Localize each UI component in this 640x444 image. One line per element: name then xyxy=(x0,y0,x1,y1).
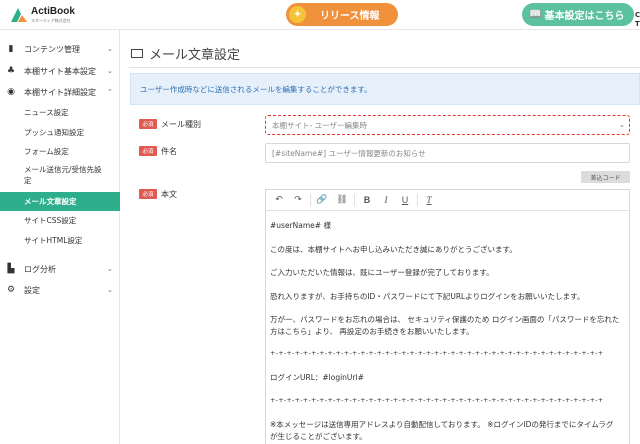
chevron-up-icon: ⌃ xyxy=(107,88,113,96)
book-icon: 📖 xyxy=(529,9,542,20)
toolbar-divider xyxy=(417,194,418,206)
page-title: メール文章設定 xyxy=(131,44,240,63)
document-icon: ▮ xyxy=(8,44,14,54)
sidebar-item-site-basic-settings[interactable]: ♣ 本棚サイト基本設定 ⌄ xyxy=(0,64,120,78)
clear-format-icon[interactable]: T xyxy=(423,194,435,206)
underline-icon[interactable]: U xyxy=(399,194,411,206)
chevron-down-icon: ⌄ xyxy=(107,67,113,75)
sidebar-subitem-mail-sender[interactable]: メール送信元/受信先設 定 xyxy=(0,162,120,188)
chevron-down-icon: ⌄ xyxy=(107,286,113,294)
unlink-icon[interactable]: ⛓ xyxy=(336,194,348,206)
required-badge: 必須 xyxy=(139,119,157,129)
release-info-button[interactable]: ✦ リリース情報 xyxy=(286,3,398,26)
actibook-logo-icon[interactable] xyxy=(9,6,29,24)
body-line: +-+-+-+-+-+-+-+-+-+-+-+-+-+-+-+-+-+-+-+-… xyxy=(270,396,604,404)
bold-icon[interactable]: B xyxy=(361,194,373,206)
info-banner: ユーザー作成時などに送信されるメールを編集することができます。 xyxy=(130,73,640,105)
link-icon[interactable]: 🔗 xyxy=(316,194,328,206)
sidebar-subitem-form[interactable]: フォーム設定 xyxy=(0,143,120,159)
envelope-icon xyxy=(131,49,143,58)
sidebar-subitem-mail-text[interactable]: メール文章設定 xyxy=(0,192,120,211)
body-line: この度は、本棚サイトへお申し込みいただき誠にありがとうございます。 xyxy=(270,245,517,254)
toolbar-divider xyxy=(310,194,311,206)
required-badge: 必須 xyxy=(139,189,157,199)
chevron-down-icon: ⌄ xyxy=(619,121,625,129)
sidebar-subitem-css[interactable]: サイトCSS設定 xyxy=(0,212,120,228)
body-line: 方はこちら」より、 再設定のお手続きをお願いいたします。 xyxy=(270,327,474,336)
body-line: 万が一、パスワードをお忘れの場合は、 セキュリティ保護のため ログイン画面の「パ… xyxy=(270,315,620,324)
sidebar-item-content-management[interactable]: ▮ コンテンツ管理 ⌄ xyxy=(0,42,120,56)
bar-chart-icon: ▙ xyxy=(7,264,15,274)
required-badge: 必須 xyxy=(139,146,157,156)
body-line: ※本メッセージは送信専用アドレスより自動配信しております。 ※ログインIDの発行… xyxy=(270,420,614,429)
basic-settings-label: 基本設定はこちら xyxy=(544,11,625,22)
chevron-down-icon: ⌄ xyxy=(107,45,113,53)
undo-icon[interactable]: ↶ xyxy=(273,194,285,206)
logo-text: ActiBook xyxy=(31,6,75,17)
gear-icon: ⚙ xyxy=(6,285,16,295)
sidebar-item-site-detail-settings[interactable]: ◉ 本棚サイト詳細設定 ⌃ xyxy=(0,85,120,99)
sidebar-item-log-analysis[interactable]: ▙ ログ分析 ⌄ xyxy=(0,262,120,276)
sidebar-item-settings[interactable]: ⚙ 設定 ⌄ xyxy=(0,283,120,297)
body-line: +-+-+-+-+-+-+-+-+-+-+-+-+-+-+-+-+-+-+-+-… xyxy=(270,349,604,357)
chevron-down-icon: ⌄ xyxy=(107,265,113,273)
insert-code-button[interactable]: 差込コード xyxy=(581,171,630,183)
sidebar-subitem-html[interactable]: サイトHTML設定 xyxy=(0,232,120,248)
body-line: #userName# 様 xyxy=(270,221,331,230)
top-header: ActiBook スターティア株式会社 ✦ リリース情報 📖 基本設定はこちら … xyxy=(0,0,640,30)
release-info-label: リリース情報 xyxy=(320,11,380,22)
body-editor[interactable]: ↶ ↷ 🔗 ⛓ B I U T #userName# 様 この度は、本棚サイトへ… xyxy=(265,189,630,444)
editor-toolbar: ↶ ↷ 🔗 ⛓ B I U T xyxy=(266,190,629,211)
globe-icon: ◉ xyxy=(7,87,15,97)
italic-icon[interactable]: I xyxy=(380,194,392,206)
body-line: が生じることがございます。 xyxy=(270,432,367,441)
sidebar-subitem-push[interactable]: プッシュ通知設定 xyxy=(0,124,120,140)
lightbulb-icon: ✦ xyxy=(289,6,306,23)
main-content: メール文章設定 ユーザー作成時などに送信されるメールを編集することができます。 … xyxy=(120,30,640,444)
body-label: 本文 xyxy=(161,190,177,199)
title-divider xyxy=(129,67,640,68)
mail-type-label: メール種別 xyxy=(161,120,201,129)
subject-input[interactable]: [#siteName#] ユーザー情報更新のお知らせ xyxy=(265,143,630,163)
sidebar: ▮ コンテンツ管理 ⌄ ♣ 本棚サイト基本設定 ⌄ ◉ 本棚サイト詳細設定 ⌃ … xyxy=(0,30,120,444)
subject-label: 件名 xyxy=(161,147,177,156)
body-line: ご入力いただいた情報は、既にユーザー登録が完了しております。 xyxy=(270,268,494,277)
sidebar-subitem-news[interactable]: ニュース設定 xyxy=(0,104,120,120)
basic-settings-button[interactable]: 📖 基本設定はこちら xyxy=(522,3,634,26)
body-line: ログインURL：#loginUrl# xyxy=(270,373,364,382)
sitemap-icon: ♣ xyxy=(6,66,16,76)
mail-type-select[interactable]: 本棚サイト- ユーザー編集時 ⌄ xyxy=(265,115,630,135)
body-line: 恐れ入りますが、お手持ちのID・パスワードにて下記URLよりログインをお願いいた… xyxy=(270,292,585,301)
redo-icon[interactable]: ↷ xyxy=(292,194,304,206)
edge-clipped-text: C T xyxy=(635,11,640,28)
logo-subtext: スターティア株式会社 xyxy=(31,18,71,23)
toolbar-divider xyxy=(354,194,355,206)
